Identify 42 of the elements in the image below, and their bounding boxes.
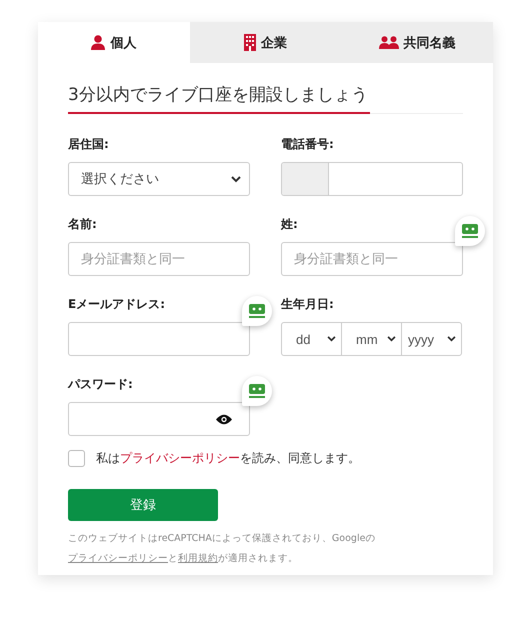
field-label: Eメールアドレス: (68, 296, 166, 313)
policy-link[interactable]: プライバシーポリシー (68, 553, 168, 564)
field-label: 居住国: (68, 136, 110, 153)
consent-checkbox[interactable] (68, 450, 85, 467)
field-label: パスワード: (68, 376, 134, 393)
consent-text: 私はプライバシーポリシー を読み、同意します。 (96, 450, 360, 467)
eye-icon (216, 414, 232, 424)
password-manager-badge[interactable] (242, 376, 272, 406)
text-field[interactable]: 身分証書類と同一 (68, 242, 250, 276)
field-label: 姓: (281, 216, 299, 233)
robot-face-icon (249, 304, 265, 318)
people-icon (378, 36, 399, 49)
date-select[interactable]: mm (341, 322, 402, 356)
field-label: 名前: (68, 216, 98, 233)
chevron-down-icon (387, 336, 396, 342)
date-select[interactable]: dd (281, 322, 342, 356)
account-type-tab[interactable]: 共同名義 (341, 22, 494, 63)
phone-code-field[interactable] (282, 163, 329, 195)
policy-link[interactable]: 利用規約 (178, 553, 218, 564)
account-type-tab[interactable]: 企業 (190, 22, 342, 63)
building-icon (244, 34, 256, 51)
chevron-down-icon (231, 176, 241, 182)
date-select[interactable]: yyyy (401, 322, 462, 356)
recaptcha-notice: このウェブサイトはreCAPTCHAによって保護されており、Googleの プライバシーポリシー と 利用規約が適用されます。 (68, 532, 376, 566)
field-label: 生年月日: (281, 296, 335, 313)
form-heading: 3分以内でライブ口座を開設しましょう (68, 83, 370, 114)
chevron-down-icon (447, 336, 456, 342)
password-manager-badge[interactable] (455, 216, 485, 246)
field-label: 電話番号: (281, 136, 335, 153)
privacy-policy-link[interactable]: プライバシーポリシー (120, 451, 240, 465)
robot-face-icon (249, 384, 265, 398)
register-button[interactable]: 登録 (68, 489, 218, 521)
person-icon (91, 35, 106, 50)
phone-field[interactable] (281, 162, 463, 196)
text-field[interactable]: 身分証書類と同一 (281, 242, 463, 276)
robot-face-icon (462, 224, 478, 238)
chevron-down-icon (327, 336, 336, 342)
account-type-tab[interactable]: 個人 (38, 22, 190, 63)
country-select[interactable]: 選択ください (68, 162, 250, 196)
password-manager-badge[interactable] (242, 296, 272, 326)
text-field[interactable] (68, 322, 250, 356)
password-field[interactable] (68, 402, 250, 436)
